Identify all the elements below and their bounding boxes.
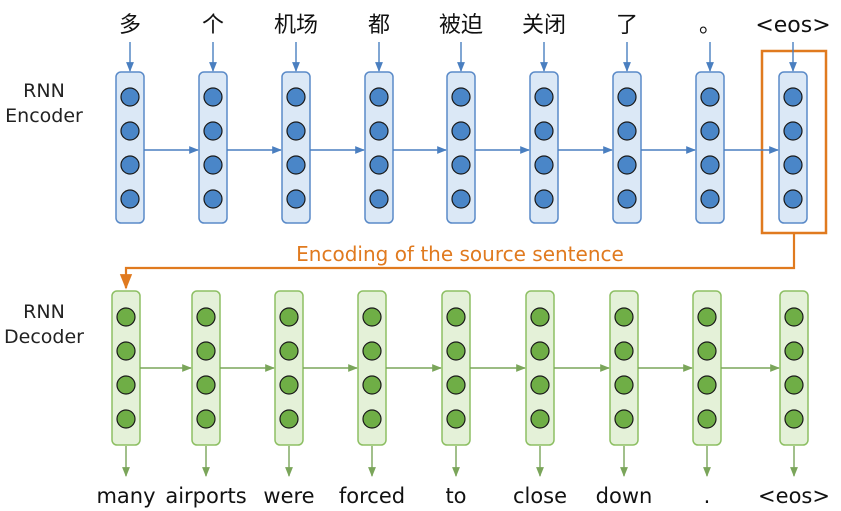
encoder-node [369,155,389,175]
decoder-node [614,307,634,327]
decoder-node [530,375,550,395]
decoder-node [446,409,466,429]
encoder-node [451,87,471,107]
encoder-node [286,189,306,209]
decoder-node [614,409,634,429]
encoder-node [783,189,803,209]
seq2seq-diagram: RNN Encoder RNN Decoder Encoding of the … [4,13,831,508]
decoder-node [784,307,804,327]
encoder-node [617,121,637,141]
decoder-node [279,409,299,429]
decoder-token: <eos> [758,484,830,508]
decoder-node [446,341,466,361]
decoder-node [362,409,382,429]
decoder-node [697,409,717,429]
decoder-node [196,341,216,361]
decoder-node [116,375,136,395]
encoder-node [203,189,223,209]
encoder-token: 多 [119,13,141,38]
decoder-node [530,307,550,327]
decoder-token: to [445,484,466,508]
decoder-node [279,307,299,327]
encoder-node [120,121,140,141]
decoder-node [784,341,804,361]
encoder-node [534,189,554,209]
encoder-node [120,87,140,107]
encoder-token: 被迫 [439,13,483,38]
encoder-token: 。 [699,13,721,38]
encoder-node [783,87,803,107]
encoder-token: 了 [616,13,638,38]
encoder-token: 个 [202,13,224,38]
encoder-label-line1: RNN [23,80,65,102]
encoder-node [617,189,637,209]
decoder-node [530,341,550,361]
encoder-token: 关闭 [522,13,566,38]
decoder-token: close [513,484,567,508]
decoder-node [784,409,804,429]
encoder-node [783,155,803,175]
encoder-node [203,87,223,107]
decoder-node [362,307,382,327]
decoder-node [116,341,136,361]
decoder-node [697,307,717,327]
encoder-node [451,121,471,141]
encoder-node [534,87,554,107]
encoder-node [369,189,389,209]
decoder-token: were [263,484,314,508]
encoder-node [203,155,223,175]
decoder-node [116,307,136,327]
encoder-node [120,189,140,209]
decoder-node [362,375,382,395]
decoder-node [614,341,634,361]
decoder-node [784,375,804,395]
decoder-node [279,341,299,361]
decoder-label-line2: Decoder [4,326,84,348]
encoder-node [369,121,389,141]
decoder-token: down [596,484,653,508]
decoder-node [446,307,466,327]
decoder-node [362,341,382,361]
encoder-token: 机场 [274,13,318,38]
encoder-node [617,87,637,107]
encoder-node [203,121,223,141]
decoder-node [196,409,216,429]
encoder-token: <eos> [755,13,830,38]
decoder-node [530,409,550,429]
decoder-node [614,375,634,395]
encoder-node [700,121,720,141]
encoder-token: 都 [368,13,390,38]
decoder-layer: many airports were forced to close down. <eos> [96,290,830,508]
encoder-node [369,87,389,107]
encoder-node [783,121,803,141]
decoder-token: many [96,484,155,508]
encoder-node [700,189,720,209]
decoder-node [697,375,717,395]
encoder-layer: 多 个 机场 都 被迫 关闭 了 。 <eos> [115,13,831,224]
encoder-node [534,155,554,175]
decoder-node [446,375,466,395]
encoder-node [451,189,471,209]
encoder-node [534,121,554,141]
encoder-node [700,87,720,107]
encoder-node [451,155,471,175]
encoding-caption: Encoding of the source sentence [296,242,624,266]
decoder-token: . [704,484,711,508]
decoder-label-line1: RNN [23,301,65,323]
encoder-node [120,155,140,175]
encoder-node [286,155,306,175]
encoder-node [286,121,306,141]
encoder-node [286,87,306,107]
encoder-node [617,155,637,175]
decoder-node [116,409,136,429]
decoder-node [697,341,717,361]
encoder-node [700,155,720,175]
decoder-node [196,307,216,327]
decoder-node [196,375,216,395]
encoder-label-line2: Encoder [5,105,83,127]
decoder-node [279,375,299,395]
decoder-token: airports [165,484,246,508]
decoder-token: forced [339,484,405,508]
